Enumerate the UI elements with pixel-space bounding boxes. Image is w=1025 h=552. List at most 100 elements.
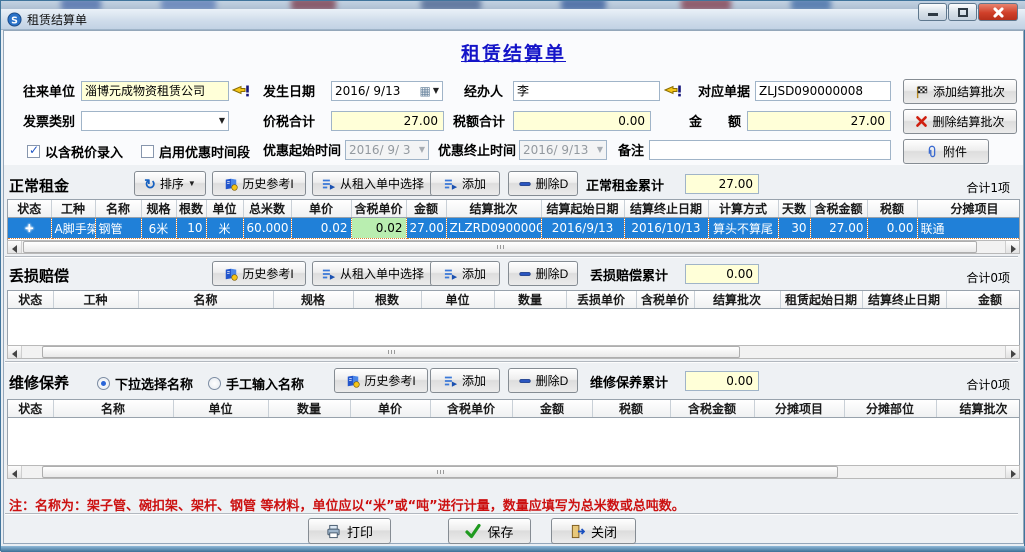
column-header[interactable]: 含税单价 xyxy=(430,400,512,418)
combo-dropdown-icon[interactable]: ▼ xyxy=(219,112,225,130)
column-header[interactable]: 结算起始日期 xyxy=(541,200,624,218)
column-header[interactable]: 结算批次 xyxy=(446,200,541,218)
cell[interactable]: 2016/10/13 xyxy=(624,218,708,239)
column-header[interactable]: 结算批次 xyxy=(694,291,780,309)
cell[interactable]: 0.02 xyxy=(291,218,351,239)
handler-picker-hand-icon[interactable] xyxy=(664,81,682,103)
scroll-right-arrow[interactable] xyxy=(1005,466,1019,478)
rent-add-button[interactable]: 添加 xyxy=(430,171,500,196)
loss-select-from-rent-in-button[interactable]: 从租入单中选择 xyxy=(312,261,434,286)
cell[interactable]: 2016/9/13 xyxy=(541,218,624,239)
column-header[interactable]: 工种 xyxy=(53,291,138,309)
column-header[interactable]: 单位 xyxy=(173,400,268,418)
column-header[interactable]: 单位 xyxy=(206,200,243,218)
column-header[interactable]: 税额 xyxy=(592,400,670,418)
column-header[interactable]: 含税金额 xyxy=(670,400,754,418)
column-header[interactable]: 单价 xyxy=(350,400,430,418)
handler-field[interactable]: 李 xyxy=(513,81,660,101)
cell[interactable]: 算头不算尾 xyxy=(708,218,778,239)
column-header[interactable]: 规格 xyxy=(273,291,353,309)
close-button[interactable] xyxy=(978,3,1018,21)
occur-date-field[interactable]: 2016/ 9/13 ▦ ▼ xyxy=(331,81,443,101)
cell[interactable]: ZLZRD090000013 xyxy=(446,218,541,239)
column-header[interactable]: 名称 xyxy=(95,200,141,218)
maximize-button[interactable] xyxy=(948,3,977,21)
cell[interactable]: 27.00 xyxy=(810,218,867,239)
column-header[interactable]: 名称 xyxy=(53,400,173,418)
column-header[interactable]: 结算终止日期 xyxy=(624,200,708,218)
column-header[interactable]: 状态 xyxy=(8,200,51,218)
cell[interactable]: 米 xyxy=(206,218,243,239)
column-header[interactable]: 结算终止日期 xyxy=(862,291,946,309)
column-header[interactable]: 状态 xyxy=(8,400,53,418)
print-button[interactable]: 打印 xyxy=(308,518,391,544)
column-header[interactable]: 数量 xyxy=(268,400,350,418)
column-header[interactable]: 根数 xyxy=(353,291,421,309)
rent-sort-button[interactable]: ↻ 排序 ▼ xyxy=(134,171,206,196)
column-header[interactable]: 数量 xyxy=(494,291,566,309)
remark-field[interactable] xyxy=(649,140,891,160)
column-header[interactable]: 含税单价 xyxy=(636,291,694,309)
column-header[interactable]: 根数 xyxy=(176,200,206,218)
scroll-thumb[interactable] xyxy=(42,466,838,478)
column-header[interactable]: 单价 xyxy=(291,200,351,218)
column-header[interactable]: 分摊项目 xyxy=(754,400,844,418)
cell[interactable]: 27.00 xyxy=(406,218,446,239)
partner-picker-hand-icon[interactable] xyxy=(232,81,250,103)
column-header[interactable]: 总米数 xyxy=(243,200,291,218)
column-header[interactable]: 状态 xyxy=(8,291,53,309)
delete-batch-button[interactable]: 删除结算批次 xyxy=(903,109,1017,134)
scroll-left-arrow[interactable] xyxy=(8,241,22,253)
column-header[interactable]: 单位 xyxy=(421,291,494,309)
column-header[interactable]: 规格 xyxy=(141,200,176,218)
column-header[interactable]: 租赁起始日期 xyxy=(780,291,862,309)
cell[interactable]: 钢管 xyxy=(95,218,141,239)
add-batch-button[interactable]: 添加结算批次 xyxy=(903,79,1017,104)
scroll-left-arrow[interactable] xyxy=(8,346,22,358)
radio-dropdown-name[interactable]: 下拉选择名称 xyxy=(97,374,193,393)
rent-history-button[interactable]: 历史参考I xyxy=(212,171,306,196)
ref-doc-field[interactable]: ZLJSD090000008 xyxy=(755,81,891,101)
column-header[interactable]: 结算批次 xyxy=(936,400,1020,418)
cell[interactable]: 0.00 xyxy=(867,218,917,239)
column-header[interactable]: 金额 xyxy=(512,400,592,418)
column-header[interactable]: 名称 xyxy=(138,291,273,309)
save-button[interactable]: 保存 xyxy=(448,518,531,544)
column-header[interactable]: 分摊项目 xyxy=(917,200,1020,218)
scroll-thumb[interactable] xyxy=(42,346,740,358)
partner-field[interactable]: 淄博元成物资租赁公司 xyxy=(81,81,229,101)
loss-add-button[interactable]: 添加 xyxy=(430,261,500,286)
rent-delete-button[interactable]: 删除D xyxy=(508,171,578,196)
rent-select-from-rent-in-button[interactable]: 从租入单中选择 xyxy=(312,171,434,196)
cell[interactable]: 联通 xyxy=(917,218,1020,239)
cell[interactable]: 6米 xyxy=(141,218,176,239)
scroll-track[interactable] xyxy=(22,346,1005,358)
scroll-track[interactable] xyxy=(22,241,1005,253)
cell[interactable]: 60.000 xyxy=(243,218,291,239)
column-header[interactable]: 丢损单价 xyxy=(566,291,636,309)
attachment-button[interactable]: 附件 xyxy=(903,139,989,164)
invoice-type-select[interactable]: ▼ xyxy=(81,111,229,131)
scroll-left-arrow[interactable] xyxy=(8,466,22,478)
cell[interactable]: 0.02 xyxy=(351,218,406,239)
column-header[interactable]: 天数 xyxy=(778,200,810,218)
tax-included-checkbox[interactable]: ✓ 以含税价录入 xyxy=(27,142,123,161)
promo-period-checkbox[interactable]: ✓ 启用优惠时间段 xyxy=(141,142,250,161)
maintenance-delete-button[interactable]: 删除D xyxy=(508,368,578,393)
scroll-right-arrow[interactable] xyxy=(1005,241,1019,253)
column-header[interactable]: 金额 xyxy=(406,200,446,218)
column-header[interactable]: 计算方式 xyxy=(708,200,778,218)
column-header[interactable]: 工种 xyxy=(51,200,95,218)
column-header[interactable]: 税额 xyxy=(867,200,917,218)
scroll-track[interactable] xyxy=(22,466,1005,478)
cell[interactable]: 10 xyxy=(176,218,206,239)
date-dropdown-icon[interactable]: ▼ xyxy=(433,82,439,100)
column-header[interactable]: 金额 xyxy=(946,291,1020,309)
column-header[interactable]: 分摊部位 xyxy=(844,400,936,418)
table-row[interactable]: +A脚手架钢管6米10米60.0000.020.0227.00ZLZRD0900… xyxy=(8,218,1020,239)
maintenance-add-button[interactable]: 添加 xyxy=(430,368,500,393)
cell[interactable]: A脚手架 xyxy=(51,218,95,239)
scroll-thumb[interactable] xyxy=(23,241,977,253)
minimize-button[interactable] xyxy=(918,3,947,21)
loss-delete-button[interactable]: 删除D xyxy=(508,261,578,286)
